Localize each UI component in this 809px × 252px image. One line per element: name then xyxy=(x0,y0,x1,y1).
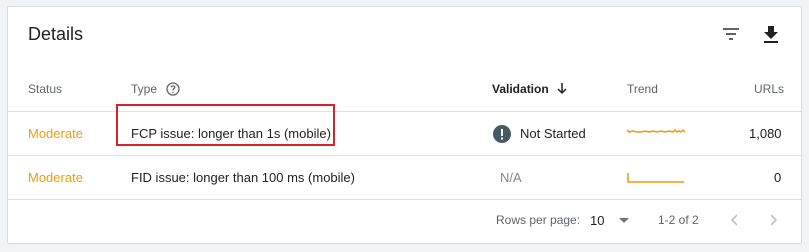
issue-type: FID issue: longer than 100 ms (mobile) xyxy=(131,170,355,185)
next-page-button[interactable] xyxy=(770,198,778,242)
column-urls[interactable]: URLs xyxy=(754,67,784,111)
column-status[interactable]: Status xyxy=(28,67,62,111)
arrow-down-icon xyxy=(557,83,567,95)
rows-per-page-select[interactable]: 10 xyxy=(590,198,630,242)
filter-icon xyxy=(723,28,739,40)
download-icon xyxy=(764,25,778,43)
previous-page-button[interactable] xyxy=(730,198,738,242)
column-validation-label: Validation xyxy=(492,82,549,96)
column-type-label: Type xyxy=(131,82,158,96)
status-badge: Moderate xyxy=(28,170,83,185)
table-row[interactable]: Moderate FID issue: longer than 100 ms (… xyxy=(8,156,801,200)
validation-status: N/A xyxy=(500,170,522,185)
help-circle-icon[interactable] xyxy=(166,82,180,96)
pagination: Rows per page: 10 1-2 of 2 xyxy=(8,198,801,242)
page-range: 1-2 of 2 xyxy=(658,213,699,227)
chevron-left-icon xyxy=(730,214,738,226)
filter-button[interactable] xyxy=(718,21,744,47)
chevron-right-icon xyxy=(770,214,778,226)
trend-sparkline xyxy=(627,112,685,155)
status-badge: Moderate xyxy=(28,126,83,141)
column-trend[interactable]: Trend xyxy=(627,67,658,111)
dropdown-arrow-icon xyxy=(619,217,630,223)
validation-label: Not Started xyxy=(520,126,586,141)
trend-sparkline xyxy=(627,156,685,199)
validation-status: Not Started xyxy=(493,112,586,155)
rows-per-page-label: Rows per page: xyxy=(496,213,581,227)
column-validation[interactable]: Validation xyxy=(492,67,567,111)
url-count: 1,080 xyxy=(749,126,782,141)
highlight-box xyxy=(116,104,335,146)
details-card: Details Status Type Validation Trend URL… xyxy=(7,6,802,244)
url-count: 0 xyxy=(774,170,782,185)
card-title: Details xyxy=(28,24,84,44)
download-button[interactable] xyxy=(758,21,784,47)
rows-per-page-value: 10 xyxy=(590,212,605,228)
exclamation-icon xyxy=(493,124,511,143)
